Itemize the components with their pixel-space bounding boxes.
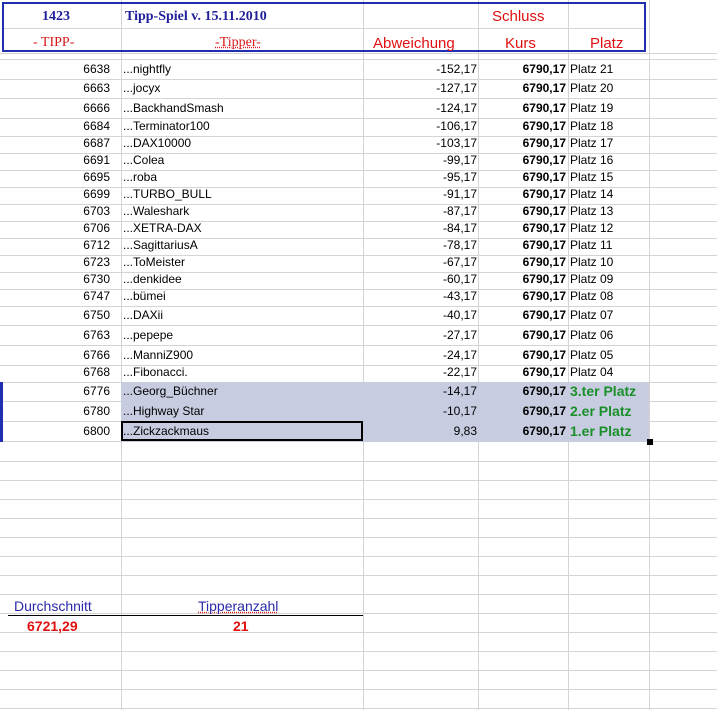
- schluss-label: Schluss: [492, 8, 545, 25]
- gridline: [0, 670, 717, 671]
- abweichung-cell[interactable]: -22,17: [364, 363, 477, 382]
- header-box: [2, 2, 646, 52]
- abweichung-cell[interactable]: -27,17: [364, 326, 477, 345]
- tipp-cell[interactable]: 6776: [0, 382, 110, 401]
- gridline: [0, 499, 717, 500]
- game-title: Tipp-Spiel v. 15.11.2010: [125, 9, 267, 24]
- tipper-name-cell[interactable]: ...pepepe: [123, 326, 361, 345]
- kurs-cell[interactable]: 6790,17: [480, 306, 566, 325]
- gridline: [0, 575, 717, 576]
- abweichung-cell[interactable]: -40,17: [364, 306, 477, 325]
- gridline: [0, 518, 717, 519]
- tipper-name-cell[interactable]: ...Fibonacci.: [123, 363, 361, 382]
- tipp-cell[interactable]: 6666: [0, 99, 110, 118]
- tipper-name-cell[interactable]: ...nightfly: [123, 60, 361, 79]
- abweichung-cell[interactable]: -43,17: [364, 287, 477, 306]
- abweichung-cell[interactable]: -152,17: [364, 60, 477, 79]
- table-row[interactable]: 6780 ...Highway Star -10,17 6790,17 2.er Pla…: [0, 402, 650, 421]
- platz-cell[interactable]: 3.ter Platz: [570, 382, 650, 401]
- tipper-name-cell[interactable]: ...bümei: [123, 287, 361, 306]
- tipp-cell[interactable]: 6750: [0, 306, 110, 325]
- gridline: [0, 708, 717, 709]
- tipp-cell[interactable]: 6768: [0, 363, 110, 382]
- gridline: [0, 556, 717, 557]
- kurs-cell[interactable]: 6790,17: [480, 382, 566, 401]
- kurs-cell[interactable]: 6790,17: [480, 99, 566, 118]
- kurs-cell[interactable]: 6790,17: [480, 363, 566, 382]
- table-row[interactable]: 6763 ...pepepe -27,17 6790,17 Platz 06: [0, 326, 650, 345]
- tipper-name-cell[interactable]: ...DAXii: [123, 306, 361, 325]
- col-abweichung-header: Abweichung: [373, 35, 455, 52]
- abweichung-cell[interactable]: -14,17: [364, 382, 477, 401]
- abweichung-cell[interactable]: 9,83: [364, 422, 477, 441]
- table-row[interactable]: 6638 ...nightfly -152,17 6790,17 Platz 21: [0, 60, 650, 79]
- tipper-count-label: Tipperanzahl: [198, 598, 279, 614]
- tipp-cell[interactable]: 6800: [0, 422, 110, 441]
- tipper-name-cell[interactable]: ...jocyx: [123, 79, 361, 98]
- gridline: [0, 651, 717, 652]
- gridline: [0, 613, 717, 614]
- gridline: [0, 632, 717, 633]
- tipp-cell[interactable]: 6780: [0, 402, 110, 421]
- fill-handle[interactable]: [647, 439, 653, 445]
- average-label: Durchschnitt: [14, 598, 92, 614]
- platz-cell[interactable]: Platz 07: [570, 306, 650, 325]
- abweichung-cell[interactable]: -127,17: [364, 79, 477, 98]
- table-row[interactable]: 6750 ...DAXii -40,17 6790,17 Platz 07: [0, 306, 650, 325]
- abweichung-cell[interactable]: -10,17: [364, 402, 477, 421]
- col-tipper-header: -Tipper-: [215, 35, 261, 50]
- tipper-name-cell[interactable]: ...BackhandSmash: [123, 99, 361, 118]
- kurs-cell[interactable]: 6790,17: [480, 60, 566, 79]
- abweichung-cell[interactable]: -124,17: [364, 99, 477, 118]
- tipp-cell[interactable]: 6663: [0, 79, 110, 98]
- gridline: [0, 461, 717, 462]
- platz-cell[interactable]: Platz 21: [570, 60, 650, 79]
- gridline: [0, 53, 717, 54]
- average-value: 6721,29: [27, 618, 78, 634]
- platz-cell[interactable]: 1.er Platz: [570, 422, 650, 441]
- table-row[interactable]: 6663 ...jocyx -127,17 6790,17 Platz 20: [0, 79, 650, 98]
- kurs-cell[interactable]: 6790,17: [480, 287, 566, 306]
- platz-cell[interactable]: Platz 20: [570, 79, 650, 98]
- table-row[interactable]: 6747 ...bümei -43,17 6790,17 Platz 08: [0, 287, 650, 306]
- col-tipp-header: - TIPP-: [33, 35, 75, 50]
- gridline: [0, 480, 717, 481]
- tipper-name-cell[interactable]: ...Georg_Büchner: [123, 382, 361, 401]
- platz-cell[interactable]: 2.er Platz: [570, 402, 650, 421]
- gridline: [0, 537, 717, 538]
- selected-cell[interactable]: [121, 421, 363, 441]
- platz-cell[interactable]: Platz 04: [570, 363, 650, 382]
- kurs-cell[interactable]: 6790,17: [480, 422, 566, 441]
- col-kurs-header: Kurs: [505, 35, 536, 52]
- gridline: [0, 594, 717, 595]
- col-platz-header: Platz: [590, 35, 624, 52]
- platz-cell[interactable]: Platz 19: [570, 99, 650, 118]
- gridline: [0, 689, 717, 690]
- tipper-name-cell[interactable]: ...Highway Star: [123, 402, 361, 421]
- tipp-cell[interactable]: 6763: [0, 326, 110, 345]
- divider: [8, 615, 363, 616]
- platz-cell[interactable]: Platz 06: [570, 326, 650, 345]
- tipper-count-value: 21: [233, 618, 249, 634]
- spreadsheet: 1423 Tipp-Spiel v. 15.11.2010 Schluss - …: [0, 0, 717, 710]
- tipp-cell[interactable]: 6638: [0, 60, 110, 79]
- kurs-cell[interactable]: 6790,17: [480, 402, 566, 421]
- tipp-cell[interactable]: 6747: [0, 287, 110, 306]
- table-row[interactable]: 6776 ...Georg_Büchner -14,17 6790,17 3.ter P…: [0, 382, 650, 401]
- kurs-cell[interactable]: 6790,17: [480, 79, 566, 98]
- kurs-cell[interactable]: 6790,17: [480, 326, 566, 345]
- game-id: 1423: [42, 9, 70, 24]
- platz-cell[interactable]: Platz 08: [570, 287, 650, 306]
- table-row[interactable]: 6666 ...BackhandSmash -124,17 6790,17 Platz …: [0, 99, 650, 118]
- table-row[interactable]: 6768 ...Fibonacci. -22,17 6790,17 Platz 04: [0, 363, 650, 382]
